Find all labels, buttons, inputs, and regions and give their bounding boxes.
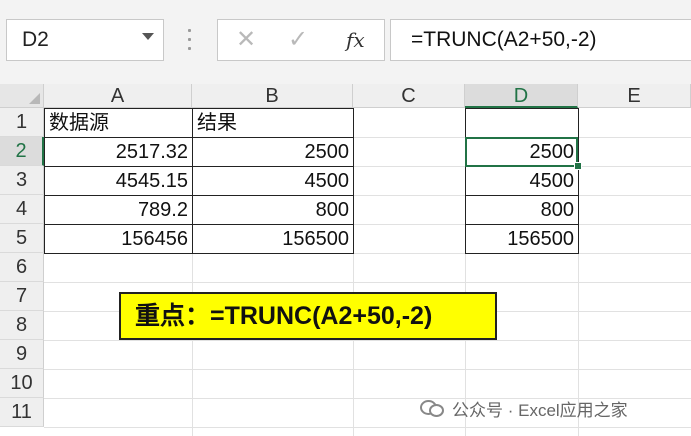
column-header-e[interactable]: E bbox=[578, 84, 691, 108]
cell-d1[interactable] bbox=[465, 108, 579, 138]
insert-function-icon[interactable]: fx bbox=[346, 28, 365, 52]
row-header-7[interactable]: 7 bbox=[0, 282, 44, 311]
highlight-note: 重点：=TRUNC(A2+50,-2) bbox=[119, 292, 497, 340]
watermark-text: 公众号 · Excel应用之家 bbox=[452, 400, 628, 420]
cell-d4[interactable]: 800 bbox=[465, 195, 579, 225]
gridline bbox=[44, 427, 691, 428]
cell-b3[interactable]: 4500 bbox=[192, 166, 354, 196]
row-header-5[interactable]: 5 bbox=[0, 224, 44, 253]
gridline bbox=[44, 282, 691, 283]
cell-a5[interactable]: 156456 bbox=[44, 224, 193, 254]
formula-text: =TRUNC(A2+50,-2) bbox=[411, 28, 597, 51]
cell-b1[interactable]: 结果 bbox=[192, 108, 354, 138]
cell-b2[interactable]: 2500 bbox=[192, 137, 354, 167]
chevron-down-icon[interactable] bbox=[142, 33, 154, 40]
formula-buttons: ✕ ✓ fx bbox=[217, 19, 385, 61]
column-header-c[interactable]: C bbox=[353, 84, 465, 108]
cancel-icon[interactable]: ✕ bbox=[236, 25, 256, 54]
row-header-10[interactable]: 10 bbox=[0, 369, 44, 398]
cell-d2[interactable]: 2500 bbox=[465, 137, 579, 167]
column-header-a[interactable]: A bbox=[44, 84, 192, 108]
row-header-9[interactable]: 9 bbox=[0, 340, 44, 369]
column-header-b[interactable]: B bbox=[192, 84, 353, 108]
cell-a4[interactable]: 789.2 bbox=[44, 195, 193, 225]
row-header-4[interactable]: 4 bbox=[0, 195, 44, 224]
row-header-3[interactable]: 3 bbox=[0, 166, 44, 195]
watermark: 公众号 · Excel应用之家 bbox=[420, 393, 628, 423]
wechat-icon bbox=[420, 398, 446, 418]
column-header-d[interactable]: D bbox=[465, 84, 578, 108]
cell-a1[interactable]: 数据源 bbox=[44, 108, 193, 138]
cell-d3[interactable]: 4500 bbox=[465, 166, 579, 196]
gridline bbox=[44, 369, 691, 370]
enter-icon[interactable]: ✓ bbox=[288, 25, 308, 54]
gridline bbox=[44, 340, 691, 341]
row-header-11[interactable]: 11 bbox=[0, 398, 44, 427]
row-header-2[interactable]: 2 bbox=[0, 137, 44, 166]
formula-input[interactable]: =TRUNC(A2+50,-2) bbox=[390, 19, 691, 61]
cell-a3[interactable]: 4545.15 bbox=[44, 166, 193, 196]
row-header-1[interactable]: 1 bbox=[0, 108, 44, 137]
grip-handle-icon[interactable] bbox=[188, 29, 192, 53]
row-header-6[interactable]: 6 bbox=[0, 253, 44, 282]
formula-bar: D2 ✕ ✓ fx =TRUNC(A2+50,-2) bbox=[0, 0, 691, 84]
fill-handle[interactable] bbox=[574, 162, 582, 170]
cell-b4[interactable]: 800 bbox=[192, 195, 354, 225]
name-box[interactable]: D2 bbox=[6, 19, 164, 61]
select-all-corner[interactable] bbox=[0, 84, 44, 108]
cell-d5[interactable]: 156500 bbox=[465, 224, 579, 254]
cell-a2[interactable]: 2517.32 bbox=[44, 137, 193, 167]
name-box-value: D2 bbox=[22, 28, 49, 51]
cell-b5[interactable]: 156500 bbox=[192, 224, 354, 254]
row-header-8[interactable]: 8 bbox=[0, 311, 44, 340]
